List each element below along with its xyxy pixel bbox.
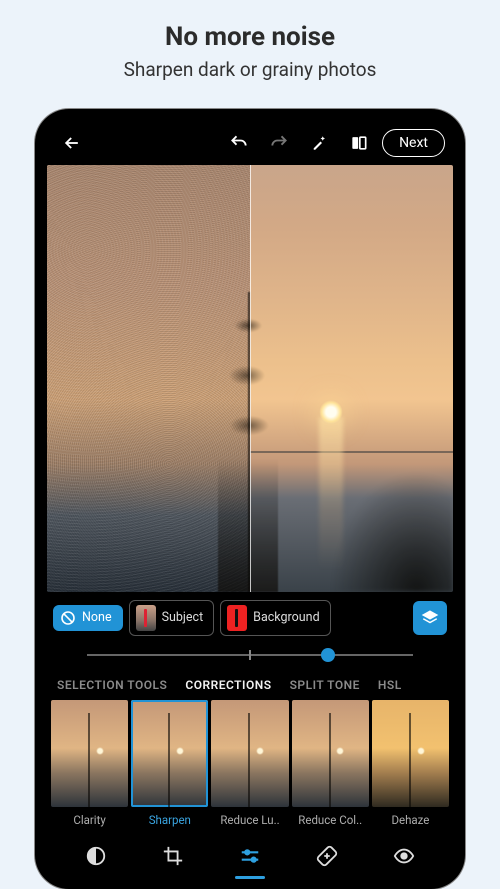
subject-thumb xyxy=(136,605,156,631)
editor-topbar: Next xyxy=(47,121,453,165)
layers-button[interactable] xyxy=(413,601,447,635)
nav-redeye[interactable] xyxy=(385,841,423,871)
filter-dehaze[interactable]: Dehaze xyxy=(372,700,449,827)
sliders-icon xyxy=(238,845,262,867)
heal-icon xyxy=(316,845,338,867)
redo-button[interactable] xyxy=(262,126,296,160)
foreground-blur-right xyxy=(331,472,453,591)
mask-selector-row: None Subject Background xyxy=(47,592,453,640)
filter-reduce-luminance-thumb xyxy=(211,700,288,807)
promo-title: No more noise xyxy=(165,22,335,52)
layers-icon xyxy=(421,609,439,627)
filter-reduce-color-thumb xyxy=(292,700,369,807)
back-button[interactable] xyxy=(55,126,89,160)
filter-reduce-color[interactable]: Reduce Col.. xyxy=(292,700,369,827)
filter-dehaze-thumb xyxy=(372,700,449,807)
next-button[interactable]: Next xyxy=(382,129,445,157)
eye-icon xyxy=(392,845,416,867)
tab-corrections[interactable]: CORRECTIONS xyxy=(185,678,271,692)
nav-heal[interactable] xyxy=(308,841,346,871)
filter-reduce-color-label: Reduce Col.. xyxy=(298,813,362,827)
filter-strip: Clarity Sharpen Reduce Lu.. Reduce Col..… xyxy=(47,700,453,827)
promo-subtitle: Sharpen dark or grainy photos xyxy=(124,58,377,81)
background-thumb xyxy=(227,605,247,631)
redo-icon xyxy=(269,133,289,153)
before-after-icon xyxy=(349,133,369,153)
nav-crop[interactable] xyxy=(154,841,192,871)
phone-frame: Next None Subject Background xyxy=(35,109,465,889)
filter-reduce-luminance-label: Reduce Lu.. xyxy=(220,813,279,827)
tab-selection-tools[interactable]: SELECTION TOOLS xyxy=(57,678,167,692)
slider-thumb[interactable] xyxy=(321,648,335,662)
nav-adjust[interactable] xyxy=(231,841,269,871)
filter-sharpen-thumb xyxy=(131,700,208,807)
tab-split-tone[interactable]: SPLIT TONE xyxy=(290,678,360,692)
magic-wand-icon xyxy=(310,134,328,152)
crop-icon xyxy=(162,845,184,867)
undo-button[interactable] xyxy=(222,126,256,160)
mask-subject-label: Subject xyxy=(162,610,204,625)
filter-dehaze-label: Dehaze xyxy=(391,813,429,827)
undo-icon xyxy=(229,133,249,153)
filter-sharpen-label: Sharpen xyxy=(149,813,191,827)
filter-sharpen[interactable]: Sharpen xyxy=(131,700,208,827)
auto-enhance-button[interactable] xyxy=(302,126,336,160)
mask-none-chip[interactable]: None xyxy=(53,605,123,631)
mask-subject-chip[interactable]: Subject xyxy=(129,600,215,636)
compare-button[interactable] xyxy=(342,126,376,160)
intensity-slider-wrap xyxy=(47,640,453,668)
intensity-slider[interactable] xyxy=(87,646,413,664)
looks-icon xyxy=(85,845,107,867)
mask-none-label: None xyxy=(82,610,112,625)
tab-hsl[interactable]: HSL xyxy=(378,678,402,692)
no-entry-icon xyxy=(60,610,76,626)
back-arrow-icon xyxy=(62,133,82,153)
filter-clarity-thumb xyxy=(51,700,128,807)
nav-looks[interactable] xyxy=(77,841,115,871)
sun xyxy=(319,400,343,424)
filter-clarity[interactable]: Clarity xyxy=(51,700,128,827)
filter-reduce-luminance[interactable]: Reduce Lu.. xyxy=(211,700,288,827)
filter-clarity-label: Clarity xyxy=(73,813,105,827)
mask-background-chip[interactable]: Background xyxy=(220,600,330,636)
category-tabs: SELECTION TOOLS CORRECTIONS SPLIT TONE H… xyxy=(47,668,453,700)
split-divider[interactable] xyxy=(250,165,251,592)
slider-center-tick xyxy=(249,650,251,660)
image-canvas[interactable] xyxy=(47,165,453,592)
mask-background-label: Background xyxy=(253,610,319,625)
plant-silhouette xyxy=(218,259,278,592)
bottom-nav xyxy=(47,827,453,877)
